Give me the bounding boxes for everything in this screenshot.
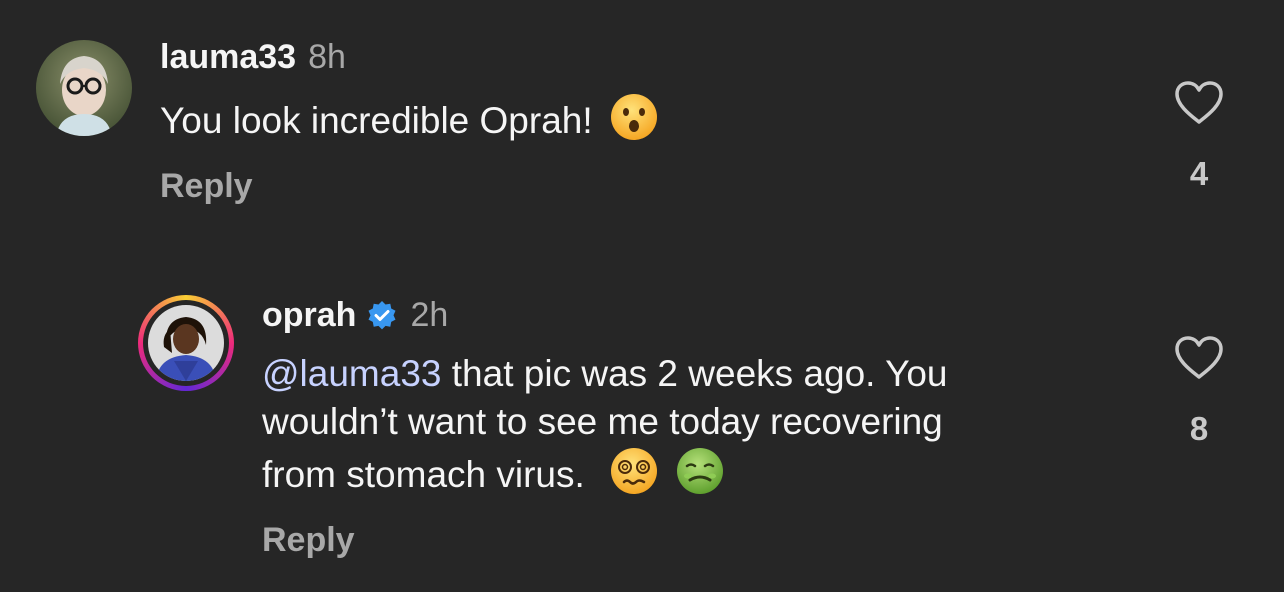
comment-body-1: that pic was 2 weeks ago. You (441, 353, 948, 394)
avatar-lauma33[interactable] (36, 40, 132, 136)
comment-line-2: wouldn’t want to see me today recovering (262, 401, 943, 442)
comment-line-3: from stomach virus. (262, 446, 1122, 508)
comment-header: oprah 2h (262, 296, 448, 335)
comment-lauma33: lauma33 8h You look incredible Oprah! Re… (0, 0, 1284, 230)
avatar-image (36, 40, 132, 136)
like-count: 4 (1189, 155, 1209, 192)
avatar-image (148, 305, 224, 381)
like-count: 8 (1189, 410, 1209, 447)
comment-text: You look incredible Oprah! (160, 92, 659, 154)
astonished-face-icon (609, 92, 659, 154)
nauseated-face-icon (675, 446, 725, 508)
heart-icon (1175, 81, 1223, 124)
username[interactable]: lauma33 (160, 38, 296, 77)
reply-button[interactable]: Reply (160, 167, 253, 206)
dizzy-face-icon (609, 446, 659, 508)
comment-header: lauma33 8h (160, 38, 346, 77)
mention-link[interactable]: @lauma33 (262, 353, 442, 394)
avatar-story-ring[interactable] (138, 295, 234, 391)
verified-badge-icon (366, 300, 398, 332)
comment-body-3: from stomach virus. (262, 453, 585, 495)
comment-body: You look incredible Oprah! (160, 99, 593, 141)
timestamp: 8h (308, 38, 346, 76)
timestamp: 2h (410, 296, 449, 334)
avatar-oprah (148, 305, 224, 381)
username[interactable]: oprah (262, 296, 356, 335)
like-button[interactable] (1169, 80, 1229, 131)
comment-oprah: oprah 2h @lauma33 that pic was 2 weeks a… (0, 280, 1284, 580)
comment-text: @lauma33 that pic was 2 weeks ago. You w… (262, 350, 1122, 508)
reply-button[interactable]: Reply (262, 521, 355, 560)
like-button[interactable] (1169, 335, 1229, 386)
comment-line-1: @lauma33 that pic was 2 weeks ago. You (262, 350, 1122, 398)
heart-icon (1175, 336, 1223, 379)
